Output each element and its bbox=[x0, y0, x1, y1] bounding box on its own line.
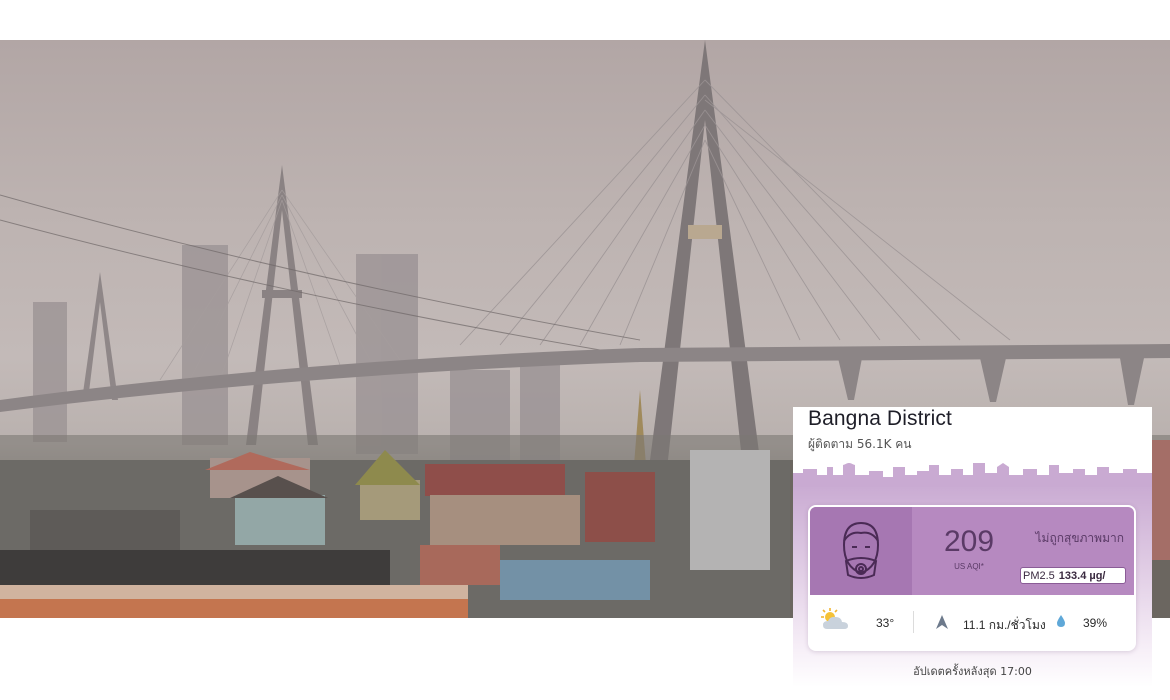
followers-count: ผู้ติดตาม 56.1K คน bbox=[808, 437, 912, 451]
aqi-card[interactable]: 209 US AQI* ไม่ถูกสุขภาพมาก PM2.5 133.4 µ… bbox=[808, 505, 1136, 651]
humidity-drop-icon bbox=[1057, 615, 1065, 627]
mask-face-icon bbox=[843, 521, 879, 579]
location-title[interactable]: Bangna District bbox=[808, 407, 952, 431]
pollutant-value: 133.4 µg/ bbox=[1058, 570, 1106, 582]
partly-cloudy-icon bbox=[821, 608, 848, 629]
wind-direction-icon bbox=[936, 615, 948, 629]
humidity-value: 39% bbox=[1083, 616, 1108, 630]
weather-divider bbox=[913, 611, 914, 633]
aqi-status-text: ไม่ถูกสุขภาพมาก bbox=[1035, 531, 1124, 545]
aqi-level-panel: 209 US AQI* ไม่ถูกสุขภาพมาก PM2.5 133.4 µ… bbox=[810, 507, 1134, 595]
city-skyline-graphic bbox=[793, 463, 1152, 487]
wind-speed-value: 11.1 กม./ชั่วโมง bbox=[963, 618, 1046, 632]
pollutant-label: PM2.5 bbox=[1023, 570, 1055, 582]
temperature-value: 33° bbox=[876, 616, 895, 630]
aqi-widget: Bangna District ผู้ติดตาม 56.1K คน 209 U… bbox=[793, 407, 1152, 687]
aqi-unit-label: US AQI* bbox=[954, 562, 984, 571]
aqi-value: 209 bbox=[943, 525, 995, 558]
last-updated-text: อัปเดตครั้งหลังสุด 17:00 bbox=[913, 665, 1032, 678]
pollutant-badge: PM2.5 133.4 µg/ bbox=[1020, 567, 1126, 584]
weather-row: 33° 11.1 กม./ชั่วโมง 39% bbox=[808, 601, 1136, 645]
face-pane bbox=[810, 507, 912, 595]
